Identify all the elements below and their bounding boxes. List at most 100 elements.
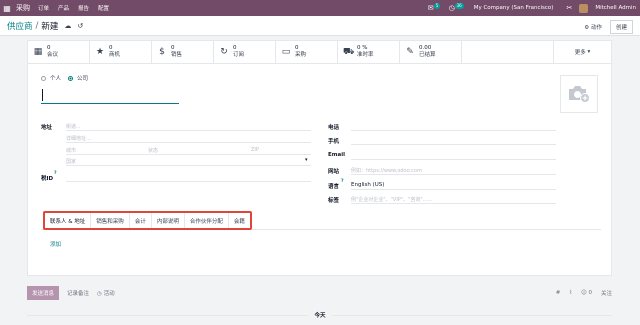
menu-configuration[interactable]: 配置 <box>98 4 109 12</box>
zip-input[interactable]: ZIP <box>251 147 259 153</box>
add-contact-link[interactable]: 添加 <box>50 240 61 248</box>
create-button[interactable]: 创建 <box>609 20 633 34</box>
stat-button-subscriptions[interactable]: ↻ 0 订阅 <box>214 41 276 63</box>
star-icon: ★ <box>95 47 105 57</box>
tab-internal-notes[interactable]: 内部说明 <box>152 213 185 228</box>
state-input[interactable]: 状态 <box>148 147 158 154</box>
activity-button[interactable]: ◷ 活动 <box>97 289 115 297</box>
country-underline <box>66 165 311 166</box>
tax-id-help-icon[interactable]: ? <box>54 171 57 176</box>
activity-label: 活动 <box>103 290 115 297</box>
app-title[interactable]: 采购 <box>16 3 30 13</box>
language-label: 语言 <box>328 184 340 190</box>
tax-id-label: 税ID <box>41 176 54 182</box>
radio-company[interactable] <box>68 75 74 81</box>
send-message-button[interactable]: 发送消息 <box>27 285 60 300</box>
radio-individual[interactable] <box>41 75 46 81</box>
mobile-input[interactable] <box>351 144 556 145</box>
truck-icon: ⛟ <box>343 46 355 57</box>
messages-badge: 5 <box>433 3 441 9</box>
discard-icon[interactable]: ↺ <box>77 22 83 30</box>
tag-icon[interactable]: # <box>556 290 561 296</box>
debug-icon[interactable]: ✂ <box>566 4 572 12</box>
name-input[interactable] <box>41 87 179 104</box>
stat-label: 已结算 <box>419 52 436 58</box>
stat-button-meetings[interactable]: ▦ 0 会议 <box>28 41 90 63</box>
calendar-icon: ▦ <box>33 47 43 57</box>
stat-value: 0 % <box>357 45 368 51</box>
tab-accounting[interactable]: 会计 <box>130 213 152 228</box>
followers-count: 0 <box>588 290 592 296</box>
more-button[interactable]: 更多 ▾ <box>553 41 611 63</box>
website-input[interactable]: 例如：https://www.odoo.com <box>351 167 422 174</box>
credit-card-icon: ▭ <box>281 47 291 57</box>
website-label: 网站 <box>328 169 340 175</box>
breadcrumb-parent[interactable]: 供应商 <box>7 20 33 32</box>
activities-icon[interactable]: ◷ 36 <box>449 3 464 12</box>
user-name[interactable]: Mitchell Admin <box>595 5 636 11</box>
country-dropdown-icon[interactable]: ▾ <box>305 157 308 163</box>
company-type-selector: 个人 公司 <box>41 74 88 82</box>
stat-button-on-time-rate[interactable]: ⛟ 0 % 准时率 <box>338 41 400 63</box>
messages-icon[interactable]: ✉ 5 <box>428 3 441 12</box>
control-panel: 供应商 / 新建 ☁ ↺ ⚙ 动作 创建 <box>0 16 640 36</box>
tags-label: 标签 <box>328 198 340 204</box>
street-underline <box>66 130 311 131</box>
stat-label: 采购 <box>295 52 307 58</box>
tax-id-input[interactable] <box>66 181 311 182</box>
tags-underline <box>351 203 556 204</box>
country-select[interactable]: 国家 <box>66 158 76 165</box>
tab-sales-purchase[interactable]: 销售和采购 <box>91 213 130 228</box>
stat-value: 0 <box>233 45 237 51</box>
apps-menu-icon[interactable]: ▦ <box>0 0 14 16</box>
stat-button-opportunities[interactable]: ★ 0 商机 <box>90 41 152 63</box>
stat-button-purchases[interactable]: ▭ 0 采购 <box>276 41 338 63</box>
image-upload[interactable] <box>560 75 598 113</box>
form-sheet: ▦ 0 会议 ★ 0 商机 $ 0 销售 ↻ 0 订阅 ▭ 0 采购 ⛟ 0 % 准时率 ✎… <box>27 40 612 276</box>
language-underline <box>351 189 556 190</box>
paperclip-icon[interactable]: ⌇ <box>569 290 572 296</box>
stat-button-sales[interactable]: $ 0 销售 <box>152 41 214 63</box>
menu-products[interactable]: 产品 <box>58 4 69 12</box>
language-select[interactable]: English (US) <box>351 182 384 188</box>
street-input[interactable]: 街道... <box>66 123 81 130</box>
dollar-icon: $ <box>159 47 165 57</box>
tab-membership[interactable]: 会籍 <box>229 213 250 228</box>
radio-individual-label: 个人 <box>50 76 62 82</box>
street2-input[interactable]: 详细地址... <box>66 135 91 142</box>
company-switcher[interactable]: My Company (San Francisco) <box>474 5 554 11</box>
menu-reporting[interactable]: 报告 <box>78 4 89 12</box>
stat-label: 商机 <box>109 52 121 58</box>
today-label: 今天 <box>308 313 332 319</box>
user-icon: ☺ <box>581 290 587 296</box>
tab-partner-assignment[interactable]: 合作伙伴分配 <box>185 213 229 228</box>
clock-icon: ◷ <box>97 290 102 297</box>
followers-button[interactable]: ☺ 0 <box>581 290 592 296</box>
city-input[interactable]: 城市 <box>66 147 76 154</box>
text-caret <box>42 89 43 101</box>
phone-input[interactable] <box>351 130 556 131</box>
menu-orders[interactable]: 订单 <box>38 4 49 12</box>
email-label: Email <box>328 152 345 158</box>
stat-value: 0 <box>109 45 113 51</box>
address-label: 地址 <box>41 125 53 131</box>
log-note-button[interactable]: 记录备注 <box>67 289 89 297</box>
breadcrumb-separator: / <box>35 20 39 31</box>
user-avatar[interactable] <box>579 3 589 13</box>
stat-button-invoiced[interactable]: ✎ 0.00 已结算 <box>400 41 462 63</box>
more-label: 更多 <box>574 50 586 56</box>
email-input[interactable] <box>351 159 556 160</box>
notebook-tabs: 联系人 & 地址 销售和采购 会计 内部说明 合作伙伴分配 会籍 <box>43 211 252 230</box>
stat-label: 准时率 <box>357 52 374 58</box>
tab-contacts-addresses[interactable]: 联系人 & 地址 <box>45 213 92 228</box>
action-label: 动作 <box>590 25 602 31</box>
stat-label: 订阅 <box>233 52 245 58</box>
save-cloud-icon[interactable]: ☁ <box>64 22 71 30</box>
language-help-icon[interactable]: ? <box>341 179 344 184</box>
action-menu-button[interactable]: ⚙ 动作 <box>584 23 602 31</box>
camera-plus-icon <box>569 86 590 103</box>
stat-value: 0 <box>47 45 51 51</box>
tags-input[interactable]: 例"企业对企业"、"VIP"、"咨询"...... <box>351 196 432 203</box>
follow-button[interactable]: 关注 <box>601 289 612 297</box>
phone-label: 电话 <box>328 125 340 131</box>
